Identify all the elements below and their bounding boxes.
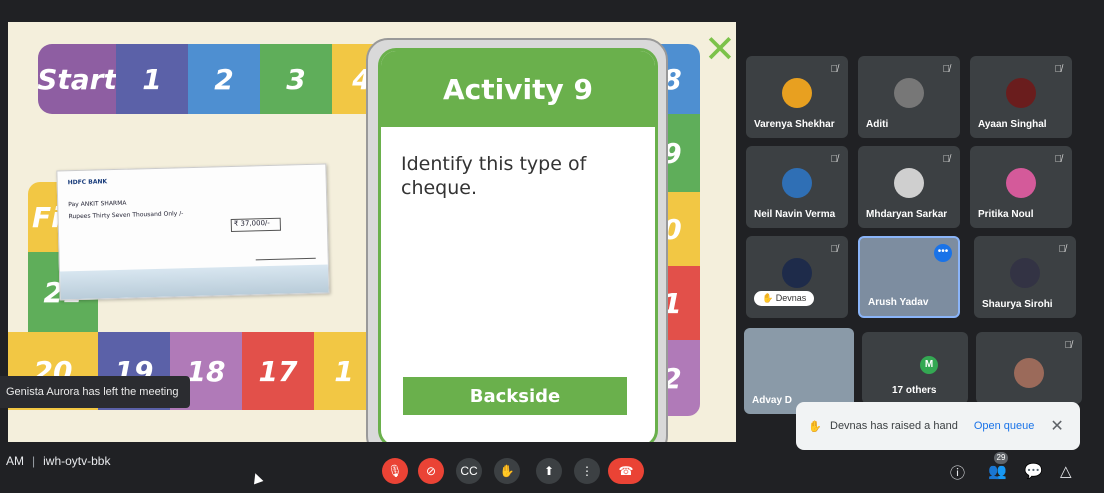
more-options-button[interactable]: ⋮	[574, 458, 600, 484]
left-meeting-toast: Genista Aurora has left the meeting	[0, 376, 190, 408]
avatar	[782, 78, 812, 108]
backside-button[interactable]: Backside	[403, 377, 627, 415]
participant-tile[interactable]: 🎙̸ Mhdaryan Sarkar	[858, 146, 960, 228]
avatar	[894, 168, 924, 198]
raise-hand-button[interactable]: ✋	[494, 458, 520, 484]
mic-off-icon: 🎙̸	[1058, 244, 1067, 255]
raised-hand-notification: ✋ Devnas has raised a hand Open queue ✕	[796, 402, 1080, 450]
camera-toggle-button[interactable]: ⊘	[418, 458, 444, 484]
participant-name: Neil Navin Verma	[754, 209, 836, 220]
mic-off-icon: 🎙̸	[942, 64, 951, 75]
participant-name: Arush Yadav	[868, 297, 929, 308]
people-icon[interactable]: 👥	[988, 462, 1007, 480]
raised-hand-chip: ✋ Devnas	[754, 291, 815, 306]
board-tile-2: 2	[188, 44, 260, 114]
meeting-code: iwh-oytv-bbk	[43, 454, 111, 468]
captions-button[interactable]: CC	[456, 458, 482, 484]
avatar	[1006, 78, 1036, 108]
participant-name: Aditi	[866, 119, 889, 130]
cheque-bank: HDFC BANK	[67, 178, 108, 187]
activity-card: Activity 9 Identify this type of cheque.…	[378, 48, 658, 442]
participant-name: Advay D	[752, 395, 793, 406]
mic-off-icon: 🎙̸	[830, 64, 839, 75]
others-count: 17 others	[892, 385, 937, 396]
participant-name: Varenya Shekhar	[754, 119, 835, 130]
cheque-amount: ₹ 37,000/-	[230, 217, 281, 233]
divider: |	[32, 454, 36, 468]
participant-tile-active[interactable]: ••• Arush Yadav	[858, 236, 960, 318]
avatar	[1010, 258, 1040, 288]
mouse-cursor	[250, 471, 264, 485]
close-icon[interactable]: ✕	[704, 30, 736, 68]
participant-tile[interactable]: 🎙̸ ✋ Devnas	[746, 236, 848, 318]
board-tile-17: 17	[242, 332, 314, 410]
mic-off-icon: 🎙̸	[830, 244, 839, 255]
avatar-badge: M	[920, 356, 938, 374]
notification-text: Devnas has raised a hand	[830, 420, 958, 432]
avatar	[782, 258, 812, 288]
participant-tile[interactable]: 🎙̸ Varenya Shekhar	[746, 56, 848, 138]
cheque-signature-line	[255, 257, 316, 261]
people-count-badge: 29	[994, 452, 1008, 464]
activity-question: Identify this type of cheque.	[401, 153, 587, 199]
meet-window: Start 1 2 3 4 8 9 0 1 2 Fi 21 20 19 18 1…	[0, 0, 1104, 493]
participant-tile[interactable]: 🎙̸ Ayaan Singhal	[970, 56, 1072, 138]
participant-tile[interactable]: 🎙̸ Neil Navin Verma	[746, 146, 848, 228]
info-icon[interactable]: ⓘ	[950, 462, 965, 483]
cheque-rupees: Rupees Thirty Seven Thousand Only /-	[68, 210, 184, 221]
cheque-micr-band	[59, 264, 329, 300]
avatar	[782, 168, 812, 198]
mic-off-icon: 🎙̸	[830, 154, 839, 165]
participant-name: Ayaan Singhal	[978, 119, 1047, 130]
activities-icon[interactable]: △	[1060, 462, 1072, 480]
cheque-payee: Pay ANKIT SHARMA	[68, 199, 127, 209]
open-queue-link[interactable]: Open queue	[974, 420, 1035, 432]
meeting-details[interactable]: AM | iwh-oytv-bbk	[6, 454, 110, 468]
participant-name: Devnas	[775, 293, 807, 303]
present-button[interactable]: ⬆	[536, 458, 562, 484]
leave-call-button[interactable]: ☎	[608, 458, 644, 484]
participant-tile[interactable]: 🎙̸ Aditi	[858, 56, 960, 138]
raise-hand-icon: ✋	[808, 420, 822, 433]
participant-name: Mhdaryan Sarkar	[866, 209, 948, 220]
mic-toggle-button[interactable]: 🎙	[382, 458, 408, 484]
activity-title: Activity 9	[381, 51, 655, 127]
board-tile-16: 1	[314, 332, 374, 410]
participant-tile[interactable]: 🎙̸	[976, 332, 1082, 404]
board-tile-3: 3	[260, 44, 332, 114]
chat-icon[interactable]: 💬	[1024, 462, 1043, 480]
close-notification-icon[interactable]: ✕	[1050, 416, 1063, 436]
meeting-time: AM	[6, 454, 24, 468]
others-tile[interactable]: M 17 others	[862, 332, 968, 404]
participant-name: Pritika Noul	[978, 209, 1034, 220]
avatar	[1006, 168, 1036, 198]
cheque-image: HDFC BANK Pay ANKIT SHARMA Rupees Thirty…	[56, 163, 330, 301]
more-options-icon[interactable]: •••	[934, 244, 952, 262]
mic-off-icon: 🎙̸	[1054, 64, 1063, 75]
board-tile-start: Start	[37, 44, 117, 114]
participant-tile[interactable]: 🎙̸ Shaurya Sirohi	[974, 236, 1076, 318]
mic-off-icon: 🎙̸	[1054, 154, 1063, 165]
participant-tile[interactable]: 🎙̸ Pritika Noul	[970, 146, 1072, 228]
avatar	[894, 78, 924, 108]
avatar	[1014, 358, 1044, 388]
mic-off-icon: 🎙̸	[942, 154, 951, 165]
board-tile-1: 1	[116, 44, 188, 114]
participant-name: Shaurya Sirohi	[982, 299, 1053, 310]
mic-off-icon: 🎙̸	[1064, 340, 1073, 351]
